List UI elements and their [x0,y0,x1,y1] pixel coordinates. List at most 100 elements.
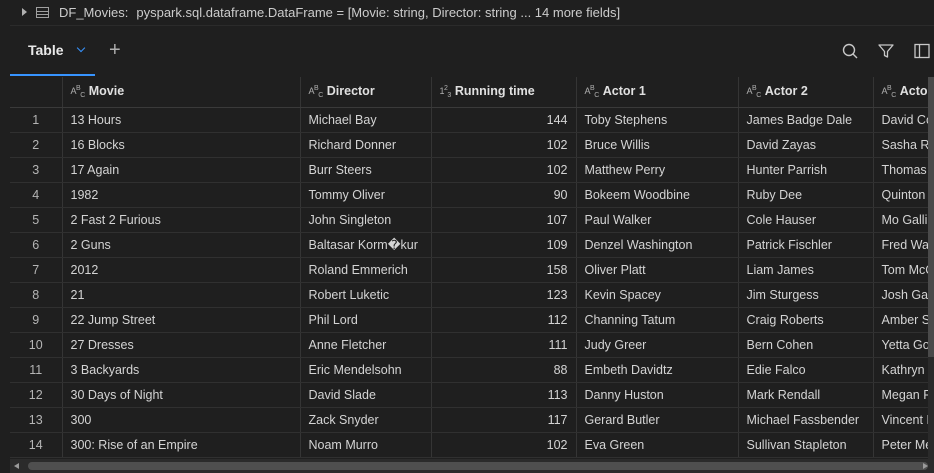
table-cell[interactable]: Mo Gallin [873,207,934,233]
table-row[interactable]: 9 22 Jump Street Phil Lord 112 Channing Tatu… [10,307,934,333]
table-cell[interactable]: 113 [431,382,577,408]
table-cell[interactable]: Phil Lord [300,307,432,333]
column-header[interactable]: ABC Actor 1 [576,77,739,108]
scroll-right-icon[interactable] [923,463,928,469]
table-cell[interactable]: Kevin Spacey [576,282,739,308]
table-cell[interactable]: Eric Mendelsohn [300,357,432,383]
table-cell[interactable]: David Zayas [738,132,874,158]
table-cell[interactable]: James Badge Dale [738,107,874,133]
table-cell[interactable]: Eva Green [576,432,739,458]
row-number-header[interactable] [10,77,63,108]
table-row[interactable]: 8 21 Robert Luketic 123 Kevin Spacey Jim Stur… [10,282,934,308]
column-header[interactable]: ABC Director [300,77,432,108]
table-cell[interactable]: John Singleton [300,207,432,233]
column-header[interactable]: ABC Actor [873,77,934,108]
vertical-scrollbar[interactable] [928,77,934,459]
add-tab-button[interactable]: + [109,40,121,60]
table-cell[interactable]: Denzel Washington [576,232,739,258]
table-cell[interactable]: Jim Sturgess [738,282,874,308]
table-row[interactable]: 4 1982 Tommy Oliver 90 Bokeem Woodbine Ruby D… [10,182,934,208]
table-cell[interactable]: Vincent R [873,407,934,433]
table-cell[interactable]: Kathryn E [873,357,934,383]
horizontal-scroll-thumb[interactable] [28,462,928,470]
search-icon[interactable] [842,43,858,59]
table-cell[interactable]: Matthew Perry [576,157,739,183]
table-cell[interactable]: Peter Me [873,432,934,458]
table-cell[interactable]: Embeth Davidtz [576,357,739,383]
table-cell[interactable]: Bruce Willis [576,132,739,158]
vertical-scroll-thumb[interactable] [928,77,934,357]
table-cell[interactable]: 90 [431,182,577,208]
table-cell[interactable]: 27 Dresses [62,332,301,358]
table-cell[interactable]: Richard Donner [300,132,432,158]
table-cell[interactable]: 88 [431,357,577,383]
table-cell[interactable]: Liam James [738,257,874,283]
table-cell[interactable]: Tom McC [873,257,934,283]
table-cell[interactable]: Robert Luketic [300,282,432,308]
table-cell[interactable]: 112 [431,307,577,333]
table-row[interactable]: 52 Fast 2 Furious John Singleton 107 Paul W… [10,207,934,233]
table-row[interactable]: 7 2012 Roland Emmerich 158 Oliver Platt Liam … [10,257,934,283]
table-cell[interactable]: 21 [62,282,301,308]
table-cell[interactable]: 144 [431,107,577,133]
table-cell[interactable]: 107 [431,207,577,233]
table-row[interactable]: 62 Guns Baltasar Korm�kur 109 Denzel Washin… [10,232,934,258]
table-cell[interactable]: David Slade [300,382,432,408]
table-cell[interactable]: 16 Blocks [62,132,301,158]
table-cell[interactable]: Cole Hauser [738,207,874,233]
table-cell[interactable]: Thomas L [873,157,934,183]
table-cell[interactable]: 111 [431,332,577,358]
data-grid[interactable]: ABC Movie ABC Director 123 Running time ABC Act… [10,77,934,459]
table-cell[interactable]: Channing Tatum [576,307,739,333]
table-cell[interactable]: Ruby Dee [738,182,874,208]
table-cell[interactable]: Edie Falco [738,357,874,383]
table-cell[interactable]: Burr Steers [300,157,432,183]
table-cell[interactable]: Roland Emmerich [300,257,432,283]
table-cell[interactable]: Fred War [873,232,934,258]
table-cell[interactable]: 300: Rise of an Empire [62,432,301,458]
horizontal-scrollbar[interactable] [10,459,934,473]
column-header[interactable]: ABC Actor 2 [738,77,874,108]
table-cell[interactable]: Paul Walker [576,207,739,233]
table-cell[interactable]: Patrick Fischler [738,232,874,258]
table-cell[interactable]: Gerard Butler [576,407,739,433]
table-cell[interactable]: Michael Fassbender [738,407,874,433]
table-row[interactable]: 10 27 Dresses Anne Fletcher 111 Judy Greer Be… [10,332,934,358]
table-cell[interactable]: Toby Stephens [576,107,739,133]
table-cell[interactable]: 30 Days of Night [62,382,301,408]
table-cell[interactable]: 22 Jump Street [62,307,301,333]
table-cell[interactable]: 123 [431,282,577,308]
table-cell[interactable]: Quinton A [873,182,934,208]
table-cell[interactable]: 158 [431,257,577,283]
table-cell[interactable]: Danny Huston [576,382,739,408]
table-cell[interactable]: 2012 [62,257,301,283]
table-cell[interactable]: 13 Hours [62,107,301,133]
table-row[interactable]: 1 13 Hours Michael Bay 144 Toby Stephens Jame… [10,107,934,133]
table-cell[interactable]: 102 [431,132,577,158]
table-cell[interactable]: Michael Bay [300,107,432,133]
table-cell[interactable]: Tommy Oliver [300,182,432,208]
table-cell[interactable]: Craig Roberts [738,307,874,333]
table-cell[interactable]: 109 [431,232,577,258]
filter-icon[interactable] [878,43,894,59]
table-cell[interactable]: Anne Fletcher [300,332,432,358]
column-header[interactable]: 123 Running time [431,77,577,108]
table-cell[interactable]: Megan Fr [873,382,934,408]
table-cell[interactable]: 2 Guns [62,232,301,258]
chevron-down-icon[interactable] [76,43,85,53]
table-cell[interactable]: Bokeem Woodbine [576,182,739,208]
table-cell[interactable]: Sasha Ro [873,132,934,158]
table-cell[interactable]: 300 [62,407,301,433]
table-cell[interactable]: Zack Snyder [300,407,432,433]
table-cell[interactable]: 17 Again [62,157,301,183]
table-cell[interactable]: Sullivan Stapleton [738,432,874,458]
table-row[interactable]: 3 17 Again Burr Steers 102 Matthew Perry Hunt… [10,157,934,183]
table-cell[interactable]: Oliver Platt [576,257,739,283]
table-cell[interactable]: Amber St [873,307,934,333]
table-row[interactable]: 11 3 Backyards Eric Mendelsohn 88 Embeth Dav… [10,357,934,383]
expand-caret-icon[interactable] [22,8,27,16]
table-cell[interactable]: Baltasar Korm�kur [300,232,432,258]
table-cell[interactable]: 102 [431,432,577,458]
table-row[interactable]: 13 300 Zack Snyder 117 Gerard Butler Michael … [10,407,934,433]
table-row[interactable]: 2 16 Blocks Richard Donner 102 Bruce Willis D… [10,132,934,158]
